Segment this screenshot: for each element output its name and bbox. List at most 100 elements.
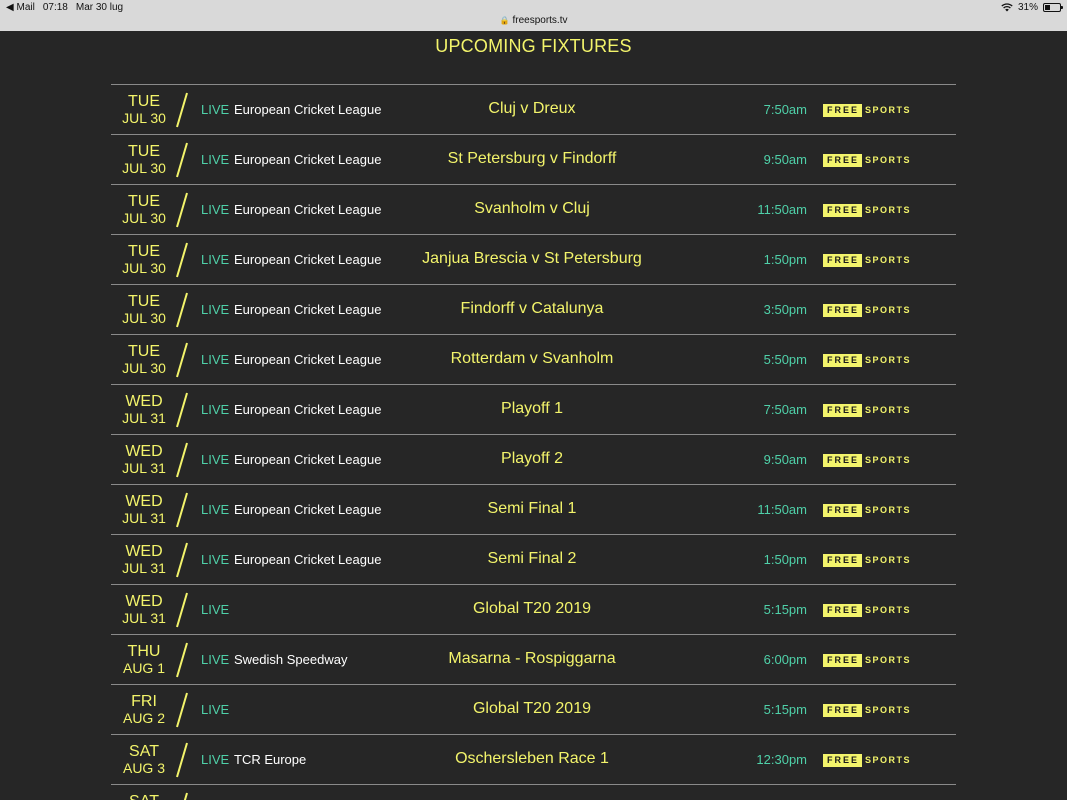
fixture-row[interactable]: TUE JUL 30 LIVE European Cricket League … xyxy=(111,335,956,385)
channel-logo-sports: SPORTS xyxy=(865,105,912,115)
channel-logo-free: FREE xyxy=(823,704,863,717)
fixture-date: SAT xyxy=(111,793,177,800)
slash-divider-icon xyxy=(176,142,188,178)
channel-logo-free: FREE xyxy=(823,204,863,217)
fixture-row[interactable]: SAT xyxy=(111,785,956,800)
fixture-row[interactable]: THU AUG 1 LIVE Swedish Speedway Masarna … xyxy=(111,635,956,685)
fixture-row[interactable]: WED JUL 31 LIVE European Cricket League … xyxy=(111,485,956,535)
address-bar[interactable]: 🔒 freesports.tv xyxy=(0,15,1067,26)
match-title[interactable]: St Petersburg v Findorff xyxy=(382,150,682,168)
match-title[interactable]: Svanholm v Cluj xyxy=(382,200,682,218)
match-title[interactable]: Global T20 2019 xyxy=(382,700,682,718)
fixture-date: TUE JUL 30 xyxy=(111,343,177,377)
fixture-date: TUE JUL 30 xyxy=(111,143,177,177)
channel-logo-sports: SPORTS xyxy=(865,255,912,265)
fixture-row[interactable]: SAT AUG 3 LIVE TCR Europe Oschersleben R… xyxy=(111,735,956,785)
live-label: LIVE xyxy=(201,302,230,317)
match-title[interactable]: Oschersleben Race 1 xyxy=(382,750,682,768)
slash-divider-icon xyxy=(183,792,188,800)
fixture-date: THU AUG 1 xyxy=(111,643,177,677)
fixture-day-month: JUL 31 xyxy=(122,510,166,526)
lock-icon: 🔒 xyxy=(499,16,510,25)
fixture-date: FRI AUG 2 xyxy=(111,693,177,727)
fixture-day: THU xyxy=(127,643,161,660)
match-title[interactable]: Cluj v Dreux xyxy=(382,100,682,118)
slash-divider-icon xyxy=(176,742,188,778)
kickoff-time: 7:50am xyxy=(763,402,807,417)
fixture-day-month: JUL 31 xyxy=(122,610,166,626)
fixture-day-month: JUL 31 xyxy=(122,560,166,576)
fixture-day-month: JUL 31 xyxy=(122,410,166,426)
channel-logo: FREE SPORTS xyxy=(823,104,911,117)
match-title[interactable]: Playoff 1 xyxy=(382,400,682,418)
live-label: LIVE xyxy=(201,752,230,767)
channel-logo-free: FREE xyxy=(823,354,863,367)
wifi-icon xyxy=(1001,3,1013,12)
channel-logo: FREE SPORTS xyxy=(823,404,911,417)
match-title[interactable]: Semi Final 2 xyxy=(382,550,682,568)
fixture-row[interactable]: TUE JUL 30 LIVE European Cricket League … xyxy=(111,235,956,285)
fixture-row[interactable]: TUE JUL 30 LIVE European Cricket League … xyxy=(111,135,956,185)
fixture-date: TUE JUL 30 xyxy=(111,243,177,277)
channel-logo-sports: SPORTS xyxy=(865,205,912,215)
fixture-day: TUE xyxy=(128,243,160,260)
channel-logo: FREE SPORTS xyxy=(823,304,911,317)
url-text: freesports.tv xyxy=(512,15,568,26)
channel-logo: FREE SPORTS xyxy=(823,204,911,217)
back-to-app-link[interactable]: ◀ Mail xyxy=(6,2,35,13)
fixture-row[interactable]: WED JUL 31 LIVE European Cricket League … xyxy=(111,435,956,485)
kickoff-time: 5:15pm xyxy=(763,702,807,717)
match-title[interactable]: Playoff 2 xyxy=(382,450,682,468)
fixture-date: SAT AUG 3 xyxy=(111,743,177,777)
kickoff-time: 9:50am xyxy=(763,152,807,167)
fixture-row[interactable]: TUE JUL 30 LIVE European Cricket League … xyxy=(111,185,956,235)
match-title[interactable]: Rotterdam v Svanholm xyxy=(382,350,682,368)
kickoff-time: 3:50pm xyxy=(763,302,807,317)
channel-logo: FREE SPORTS xyxy=(823,704,911,717)
live-label: LIVE xyxy=(201,552,230,567)
channel-logo-sports: SPORTS xyxy=(865,405,912,415)
fixture-day-month: JUL 30 xyxy=(122,310,166,326)
status-bar-right: 31% xyxy=(1001,2,1063,13)
slash-divider-icon xyxy=(176,642,188,678)
channel-logo-free: FREE xyxy=(823,554,863,567)
back-arrow-icon: ◀ xyxy=(6,2,14,13)
channel-logo: FREE SPORTS xyxy=(823,354,911,367)
channel-logo-free: FREE xyxy=(823,504,863,517)
match-title[interactable]: Semi Final 1 xyxy=(382,500,682,518)
fixture-day-month: AUG 2 xyxy=(122,710,165,726)
channel-logo: FREE SPORTS xyxy=(823,504,911,517)
fixture-row[interactable]: FRI AUG 2 LIVE Global T20 2019 5:15pm FR… xyxy=(111,685,956,735)
fixture-day: WED xyxy=(125,493,163,510)
fixture-row[interactable]: WED JUL 31 LIVE European Cricket League … xyxy=(111,535,956,585)
clock: 07:18 xyxy=(42,2,68,13)
fixture-day-month: JUL 31 xyxy=(122,460,166,476)
channel-logo-free: FREE xyxy=(823,104,863,117)
slash-divider-icon xyxy=(176,242,188,278)
channel-logo-sports: SPORTS xyxy=(865,505,912,515)
fixture-day: WED xyxy=(125,543,163,560)
slash-divider-icon xyxy=(176,192,188,228)
fixture-row[interactable]: WED JUL 31 LIVE Global T20 2019 5:15pm F… xyxy=(111,585,956,635)
match-title[interactable]: Findorff v Catalunya xyxy=(382,300,682,318)
match-title[interactable]: Masarna - Rospiggarna xyxy=(382,650,682,668)
match-title[interactable]: Janjua Brescia v St Petersburg xyxy=(382,250,682,268)
slash-divider-icon xyxy=(176,492,188,528)
fixture-day: SAT xyxy=(129,743,159,760)
match-title[interactable]: Global T20 2019 xyxy=(382,600,682,618)
fixture-day: TUE xyxy=(128,193,160,210)
competition-name: European Cricket League xyxy=(234,402,382,417)
channel-logo-free: FREE xyxy=(823,454,863,467)
competition-name: European Cricket League xyxy=(234,202,382,217)
channel-logo: FREE SPORTS xyxy=(823,454,911,467)
channel-logo-sports: SPORTS xyxy=(865,655,912,665)
channel-logo-free: FREE xyxy=(823,404,863,417)
kickoff-time: 11:50am xyxy=(757,202,807,217)
channel-logo-sports: SPORTS xyxy=(865,305,912,315)
fixture-row[interactable]: TUE JUL 30 LIVE European Cricket League … xyxy=(111,85,956,135)
fixture-row[interactable]: WED JUL 31 LIVE European Cricket League … xyxy=(111,385,956,435)
fixture-row[interactable]: TUE JUL 30 LIVE European Cricket League … xyxy=(111,285,956,335)
fixture-day: TUE xyxy=(128,293,160,310)
channel-logo-sports: SPORTS xyxy=(865,155,912,165)
slash-divider-icon xyxy=(176,292,188,328)
